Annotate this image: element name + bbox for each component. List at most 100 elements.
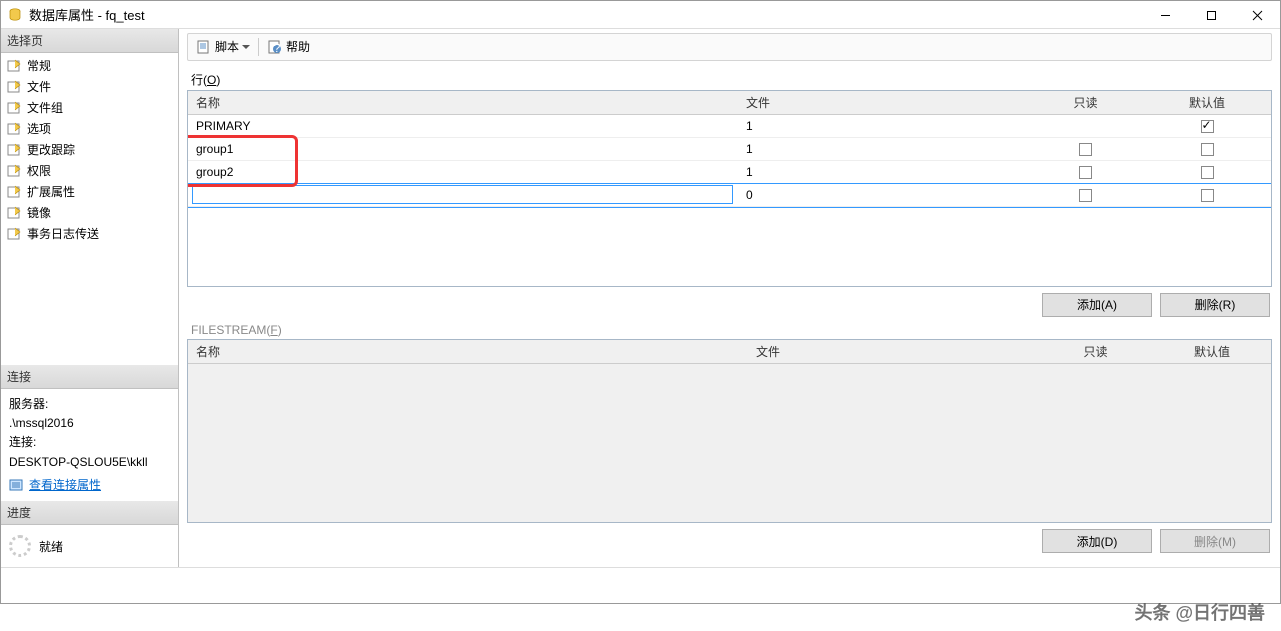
checkbox-icon[interactable] — [1201, 166, 1214, 179]
nav-mirroring[interactable]: 镜像 — [1, 202, 178, 223]
col-file[interactable]: 文件 — [738, 91, 1028, 114]
filestream-buttons: 添加(D) 删除(M) — [189, 529, 1270, 553]
svg-text:?: ? — [274, 41, 281, 55]
conn-label: 连接: — [9, 433, 170, 452]
window-title: 数据库属性 - fq_test — [29, 5, 1142, 24]
rows-section-label: 行(O) — [187, 71, 1272, 88]
page-icon — [7, 227, 23, 241]
cell-default — [1143, 140, 1271, 158]
nav-filegroups[interactable]: 文件组 — [1, 97, 178, 118]
progress-header: 进度 — [1, 501, 178, 525]
filestream-grid-header: 名称 文件 只读 默认值 — [188, 340, 1271, 364]
help-icon: ? — [267, 39, 283, 55]
titlebar: 数据库属性 - fq_test — [1, 1, 1280, 29]
checkbox-icon[interactable] — [1079, 143, 1092, 156]
script-icon — [196, 39, 212, 55]
chevron-down-icon — [242, 45, 250, 49]
nav-general[interactable]: 常规 — [1, 55, 178, 76]
nav-label: 事务日志传送 — [27, 225, 99, 242]
nav-log-shipping[interactable]: 事务日志传送 — [1, 223, 178, 244]
progress-status: 就绪 — [39, 538, 63, 555]
table-row[interactable]: group1 1 — [188, 138, 1271, 161]
add-row-button[interactable]: 添加(A) — [1042, 293, 1152, 317]
page-icon — [7, 59, 23, 73]
rows-grid-header: 名称 文件 只读 默认值 — [188, 91, 1271, 115]
cell-name: group1 — [188, 140, 738, 158]
cell-file: 1 — [738, 117, 1028, 135]
checkbox-icon[interactable] — [1079, 189, 1092, 202]
page-icon — [7, 101, 23, 115]
progress-box: 就绪 — [1, 525, 178, 567]
select-page-header: 选择页 — [1, 29, 178, 53]
nav-label: 文件 — [27, 78, 51, 95]
col-name[interactable]: 名称 — [188, 91, 738, 114]
database-icon — [7, 7, 23, 23]
nav-label: 文件组 — [27, 99, 63, 116]
nav-permissions[interactable]: 权限 — [1, 160, 178, 181]
cell-default — [1143, 186, 1271, 204]
cell-readonly — [1028, 124, 1143, 128]
col-default[interactable]: 默认值 — [1143, 91, 1271, 114]
sidebar: 选择页 常规 文件 文件组 选项 更改跟踪 权限 扩展属性 镜像 事务日志传送 … — [1, 29, 179, 567]
server-value: .\mssql2016 — [9, 414, 170, 433]
table-row-editing[interactable]: 0 — [188, 184, 1271, 207]
col-name[interactable]: 名称 — [188, 340, 748, 363]
rows-grid-body: PRIMARY 1 group1 1 group2 1 — [188, 115, 1271, 287]
checkbox-icon[interactable] — [1201, 189, 1214, 202]
col-file[interactable]: 文件 — [748, 340, 1038, 363]
close-button[interactable] — [1234, 1, 1280, 29]
remove-filestream-button[interactable]: 删除(M) — [1160, 529, 1270, 553]
nav-label: 选项 — [27, 120, 51, 137]
minimize-button[interactable] — [1142, 1, 1188, 29]
page-icon — [7, 122, 23, 136]
nav-label: 扩展属性 — [27, 183, 75, 200]
page-icon — [7, 143, 23, 157]
toolbar: 脚本 ? 帮助 — [187, 33, 1272, 61]
cell-readonly — [1028, 140, 1143, 158]
script-label: 脚本 — [215, 38, 239, 55]
cell-default — [1143, 117, 1271, 135]
add-filestream-button[interactable]: 添加(D) — [1042, 529, 1152, 553]
cell-name: PRIMARY — [188, 117, 738, 135]
cell-file: 1 — [738, 140, 1028, 158]
table-row[interactable]: group2 1 — [188, 161, 1271, 184]
cell-default — [1143, 163, 1271, 181]
cell-name-input[interactable] — [188, 184, 738, 205]
col-default[interactable]: 默认值 — [1153, 340, 1271, 363]
cell-readonly — [1028, 186, 1143, 204]
toolbar-separator — [258, 38, 259, 56]
col-readonly[interactable]: 只读 — [1028, 91, 1143, 114]
nav-extended-props[interactable]: 扩展属性 — [1, 181, 178, 202]
filestream-grid: 名称 文件 只读 默认值 — [187, 339, 1272, 523]
table-row[interactable]: PRIMARY 1 — [188, 115, 1271, 138]
nav-files[interactable]: 文件 — [1, 76, 178, 97]
nav-label: 常规 — [27, 57, 51, 74]
remove-row-button[interactable]: 删除(R) — [1160, 293, 1270, 317]
nav-change-tracking[interactable]: 更改跟踪 — [1, 139, 178, 160]
page-icon — [7, 206, 23, 220]
checkbox-icon[interactable] — [1079, 166, 1092, 179]
rows-grid: 名称 文件 只读 默认值 PRIMARY 1 group1 1 — [187, 90, 1272, 287]
view-connection-link[interactable]: 查看连接属性 — [29, 476, 101, 495]
checkbox-icon[interactable] — [1201, 143, 1214, 156]
conn-value: DESKTOP-QSLOU5E\kkll — [9, 453, 170, 472]
col-readonly[interactable]: 只读 — [1038, 340, 1153, 363]
nav-label: 更改跟踪 — [27, 141, 75, 158]
page-nav-list: 常规 文件 文件组 选项 更改跟踪 权限 扩展属性 镜像 事务日志传送 — [1, 53, 178, 246]
connection-header: 连接 — [1, 365, 178, 389]
maximize-button[interactable] — [1188, 1, 1234, 29]
filestream-grid-body — [188, 364, 1271, 384]
checkbox-icon[interactable] — [1201, 120, 1214, 133]
nav-options[interactable]: 选项 — [1, 118, 178, 139]
window-controls — [1142, 1, 1280, 28]
dialog-footer: 确定 取消 — [1, 567, 1280, 603]
server-label: 服务器: — [9, 395, 170, 414]
cell-file: 1 — [738, 163, 1028, 181]
script-button[interactable]: 脚本 — [192, 36, 254, 57]
page-icon — [7, 164, 23, 178]
cell-name: group2 — [188, 163, 738, 181]
connection-info: 服务器: .\mssql2016 连接: DESKTOP-QSLOU5E\kkl… — [1, 389, 178, 501]
help-button[interactable]: ? 帮助 — [263, 36, 314, 57]
main-content: 脚本 ? 帮助 行(O) 名称 文件 只读 默认值 — [179, 29, 1280, 567]
properties-icon — [9, 478, 25, 492]
